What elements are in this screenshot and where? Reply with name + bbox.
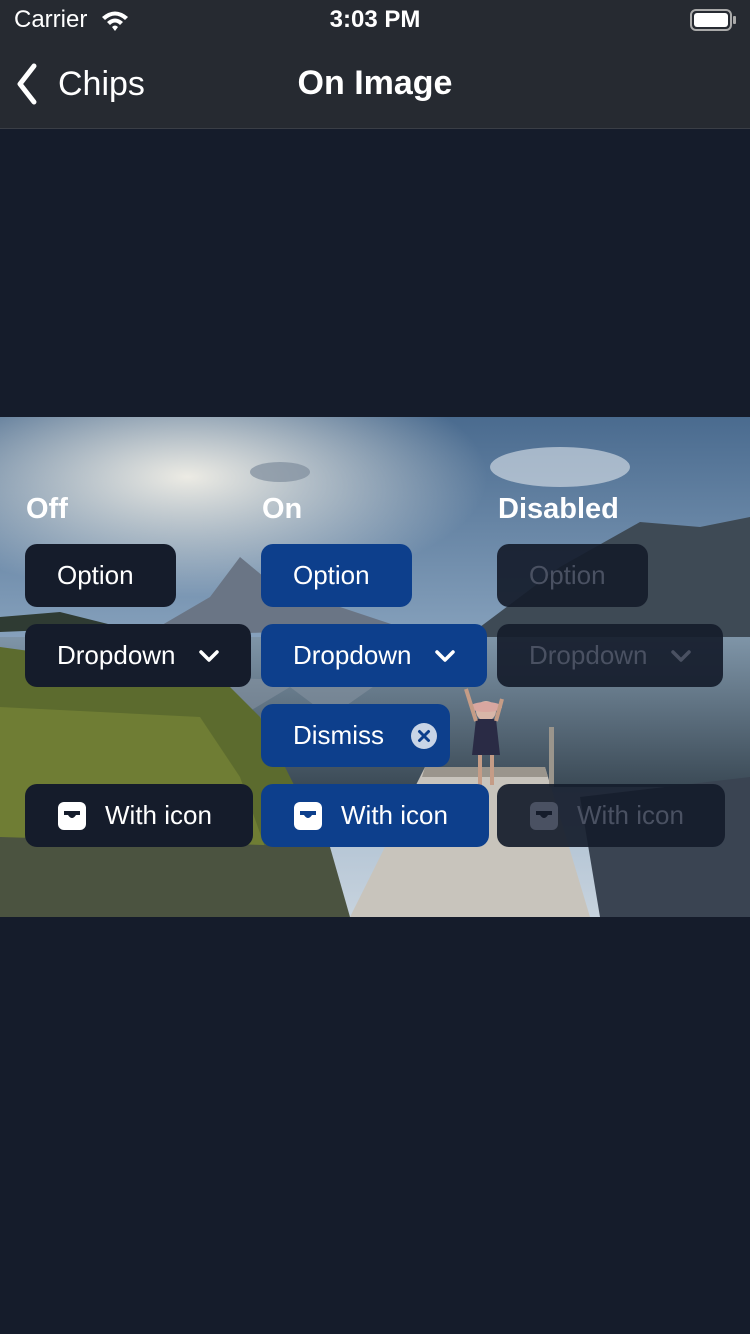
disabled-column-label: Disabled (498, 493, 619, 525)
page-title: On Image (297, 64, 453, 102)
navigation-bar: Chips On Image (0, 40, 750, 129)
inbox-icon (530, 801, 558, 830)
close-circle-icon[interactable] (410, 722, 438, 750)
off-with-icon-chip[interactable]: With icon (25, 784, 253, 847)
chevron-down-icon (198, 649, 219, 662)
chip-label: Dropdown (529, 640, 648, 670)
on-dropdown-chip[interactable]: Dropdown (261, 624, 487, 687)
on-column-label: On (262, 493, 303, 525)
off-dropdown-chip[interactable]: Dropdown (25, 624, 251, 687)
chip-label: Dropdown (57, 640, 176, 670)
chip-label: With icon (105, 800, 212, 830)
disabled-dropdown-chip: Dropdown (497, 624, 723, 687)
chip-label: Option (57, 560, 134, 590)
off-column-label: Off (26, 493, 68, 525)
on-with-icon-chip[interactable]: With icon (261, 784, 489, 847)
chip-label: Option (529, 560, 606, 590)
image-section: Off On Disabled Option Dropdown With ico… (0, 417, 750, 917)
clock: 3:03 PM (329, 6, 421, 33)
chip-label: Dismiss (293, 720, 384, 750)
chip-label: With icon (577, 800, 684, 830)
battery-icon (690, 9, 736, 31)
chip-label: Dropdown (293, 640, 412, 670)
disabled-with-icon-chip: With icon (497, 784, 725, 847)
chevron-down-icon (670, 649, 691, 662)
on-option-chip[interactable]: Option (261, 544, 412, 607)
disabled-option-chip: Option (497, 544, 648, 607)
chip-label: Option (293, 560, 370, 590)
chip-label: With icon (341, 800, 448, 830)
inbox-icon (58, 801, 86, 830)
inbox-icon (294, 801, 322, 830)
on-dismiss-chip[interactable]: Dismiss (261, 704, 450, 767)
off-option-chip[interactable]: Option (25, 544, 176, 607)
status-bar: Carrier 3:03 PM (0, 0, 750, 40)
chevron-down-icon (434, 649, 455, 662)
